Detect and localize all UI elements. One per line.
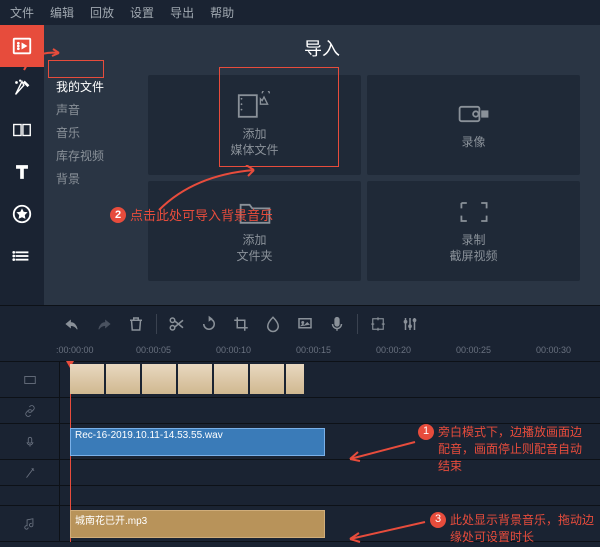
wizard-button[interactable]: [293, 312, 317, 336]
annotation-1: 1 旁白模式下，边播放画面边配音，画面停止则配音自动结束: [418, 424, 588, 474]
annotation-badge: 3: [430, 512, 446, 528]
tracks: Rec-16-2019.10.11-14.53.55.wav 城南花已开.mp3…: [0, 362, 600, 542]
sidelist-stock[interactable]: 库存视频: [52, 144, 136, 167]
tile-add-media[interactable]: 添加 媒体文件: [148, 75, 361, 175]
split-button[interactable]: [165, 312, 189, 336]
track-head-fx[interactable]: [0, 460, 60, 485]
track-head-music[interactable]: [0, 506, 60, 541]
tile-label: 录像: [461, 135, 485, 151]
sidelist-myfiles[interactable]: 我的文件: [52, 75, 136, 98]
import-sidelist: 我的文件 声音 音乐 库存视频 背景: [44, 71, 144, 285]
color-button[interactable]: [261, 312, 285, 336]
track-head-link[interactable]: [0, 398, 60, 423]
tile-label: 添加 文件夹: [236, 233, 272, 264]
sidelist-bg[interactable]: 背景: [52, 167, 136, 190]
main-area: 导入 我的文件 声音 音乐 库存视频 背景 添加 媒体文件 录像: [0, 25, 600, 305]
ruler-tick: :00:00:00: [56, 345, 94, 355]
ruler-tick: 00:00:15: [296, 345, 331, 355]
clip-label: 城南花已开.mp3: [75, 516, 147, 527]
annotation-3: 3 此处显示背景音乐，拖动边缘处可设置时长: [430, 512, 595, 546]
music-clip[interactable]: 城南花已开.mp3: [70, 510, 325, 538]
clip-label: Rec-16-2019.10.11-14.53.55.wav: [75, 430, 223, 441]
menu-settings[interactable]: 设置: [130, 4, 154, 21]
menu-playback[interactable]: 回放: [90, 4, 114, 21]
ruler-tick: 00:00:05: [136, 345, 171, 355]
import-grid: 添加 媒体文件 录像 添加 文件夹 录制 截屏视频: [144, 71, 600, 285]
ruler-tick: 00:00:10: [216, 345, 251, 355]
menu-edit[interactable]: 编辑: [50, 4, 74, 21]
sidelist-sound[interactable]: 声音: [52, 98, 136, 121]
left-toolbar: [0, 25, 44, 305]
annotation-badge: 1: [418, 424, 434, 440]
undo-button[interactable]: [60, 312, 84, 336]
tile-record-video[interactable]: 录像: [367, 75, 580, 175]
delete-button[interactable]: [124, 312, 148, 336]
tile-record-screen[interactable]: 录制 截屏视频: [367, 181, 580, 281]
audio-clip[interactable]: Rec-16-2019.10.11-14.53.55.wav: [70, 428, 325, 456]
record-audio-button[interactable]: [325, 312, 349, 336]
tool-transitions[interactable]: [0, 109, 44, 151]
menu-file[interactable]: 文件: [10, 4, 34, 21]
adjust-button[interactable]: [398, 312, 422, 336]
panel-title: 导入: [44, 25, 600, 71]
link-track: [0, 398, 600, 424]
rotate-button[interactable]: [197, 312, 221, 336]
tile-add-folder[interactable]: 添加 文件夹: [148, 181, 361, 281]
annotation-text: 点击此处可导入背景音乐: [130, 205, 273, 224]
tool-stickers[interactable]: [0, 193, 44, 235]
tile-label: 添加 媒体文件: [230, 127, 278, 158]
menu-help[interactable]: 帮助: [210, 4, 234, 21]
tool-filters[interactable]: [0, 67, 44, 109]
tool-import[interactable]: [0, 25, 44, 67]
video-thumbs[interactable]: [70, 364, 304, 394]
video-track: [0, 362, 600, 398]
crop-button[interactable]: [229, 312, 253, 336]
track-body[interactable]: [60, 362, 600, 397]
track-body[interactable]: [60, 486, 600, 505]
track-head-audio[interactable]: [0, 424, 60, 459]
properties-button[interactable]: [366, 312, 390, 336]
import-panel: 导入 我的文件 声音 音乐 库存视频 背景 添加 媒体文件 录像: [44, 25, 600, 305]
annotation-2: 2点击此处可导入背景音乐: [110, 205, 273, 224]
tool-more[interactable]: [0, 235, 44, 277]
track-head-video[interactable]: [0, 362, 60, 397]
ruler-tick: 00:00:20: [376, 345, 411, 355]
track-head-spacer: [0, 486, 60, 505]
menubar: 文件 编辑 回放 设置 导出 帮助: [0, 0, 600, 25]
tile-label: 录制 截屏视频: [449, 233, 497, 264]
annotation-text: 旁白模式下，边播放画面边配音，画面停止则配音自动结束: [438, 424, 588, 474]
annotation-badge: 2: [110, 207, 126, 223]
time-ruler[interactable]: :00:00:00 00:00:05 00:00:10 00:00:15 00:…: [0, 342, 600, 362]
sidelist-music[interactable]: 音乐: [52, 121, 136, 144]
ruler-tick: 00:00:25: [456, 345, 491, 355]
annotation-text: 此处显示背景音乐，拖动边缘处可设置时长: [450, 512, 595, 546]
timeline: :00:00:00 00:00:05 00:00:10 00:00:15 00:…: [0, 342, 600, 542]
track-body[interactable]: [60, 398, 600, 423]
timeline-toolbar: [0, 305, 600, 342]
spacer-track: [0, 486, 600, 506]
ruler-tick: 00:00:30: [536, 345, 571, 355]
redo-button[interactable]: [92, 312, 116, 336]
menu-export[interactable]: 导出: [170, 4, 194, 21]
tool-titles[interactable]: [0, 151, 44, 193]
